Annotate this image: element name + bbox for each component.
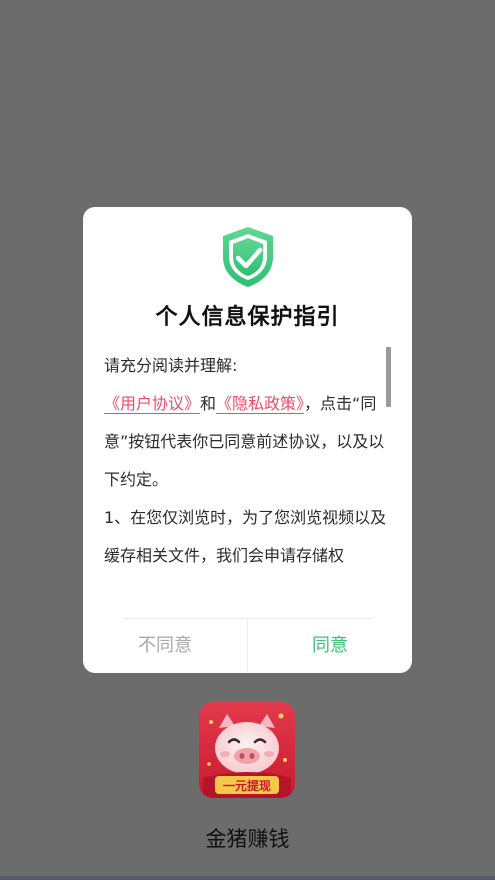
disagree-button[interactable]: 不同意: [83, 619, 247, 673]
pig-app-icon: 一元提现: [199, 702, 295, 798]
and-text: 和: [200, 394, 217, 413]
app-name: 金猪赚钱: [205, 827, 290, 851]
consent-paragraph: 《用户协议》和《隐私政策》，点击“同意”按钮代表你已同意前述协议，以及以下约定。: [104, 385, 394, 499]
agree-button[interactable]: 同意: [248, 619, 412, 673]
bottom-bar: [0, 876, 495, 880]
privacy-dialog: 个人信息保护指引 请充分阅读并理解: 《用户协议》和《隐私政策》，点击“同意”按…: [83, 207, 412, 673]
privacy-policy-link[interactable]: 《隐私政策》: [216, 394, 304, 413]
item-1-text: 1、在您仅浏览时，为了您浏览视频以及缓存相关文件，我们会申请存储权: [104, 508, 387, 565]
shield-check-icon: [223, 227, 273, 287]
intro-text: 请充分阅读并理解:: [104, 356, 238, 375]
user-agreement-link[interactable]: 《用户协议》: [104, 394, 200, 413]
content-scrollbar[interactable]: [386, 347, 391, 407]
dialog-title: 个人信息保护指引: [155, 305, 340, 330]
pig-app-graphic: 一元提现: [199, 702, 295, 798]
agreement-content[interactable]: 请充分阅读并理解: 《用户协议》和《隐私政策》，点击“同意”按钮代表你已同意前述…: [104, 347, 394, 597]
icon-banner-text: 一元提现: [223, 778, 271, 793]
